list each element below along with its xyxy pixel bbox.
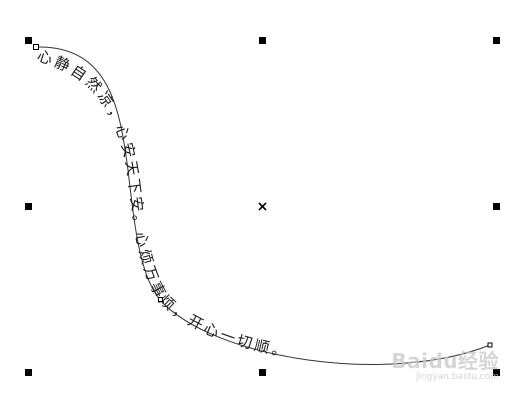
handle-middle-right[interactable] (493, 203, 500, 210)
handle-bottom-left[interactable] (25, 369, 32, 376)
canvas-svg[interactable]: 心静自然凉，心安天下安。心烦万事烦，开心一切顺。 (0, 0, 517, 402)
path-text-content: 心静自然凉，心安天下安。心烦万事烦，开心一切顺。 (35, 47, 288, 361)
handle-bottom-center[interactable] (259, 369, 266, 376)
center-x-icon[interactable] (258, 202, 267, 211)
mid-node[interactable] (158, 297, 163, 302)
handle-bottom-right[interactable] (493, 369, 500, 376)
drawing-canvas[interactable]: 心静自然凉，心安天下安。心烦万事烦，开心一切顺。 (0, 0, 517, 402)
handle-top-right[interactable] (493, 37, 500, 44)
handle-top-center[interactable] (259, 37, 266, 44)
end-node[interactable] (487, 342, 493, 348)
handle-top-left[interactable] (25, 37, 32, 44)
path-text[interactable]: 心静自然凉，心安天下安。心烦万事烦，开心一切顺。 (35, 47, 291, 361)
handle-middle-left[interactable] (25, 203, 32, 210)
start-node[interactable] (33, 44, 39, 50)
